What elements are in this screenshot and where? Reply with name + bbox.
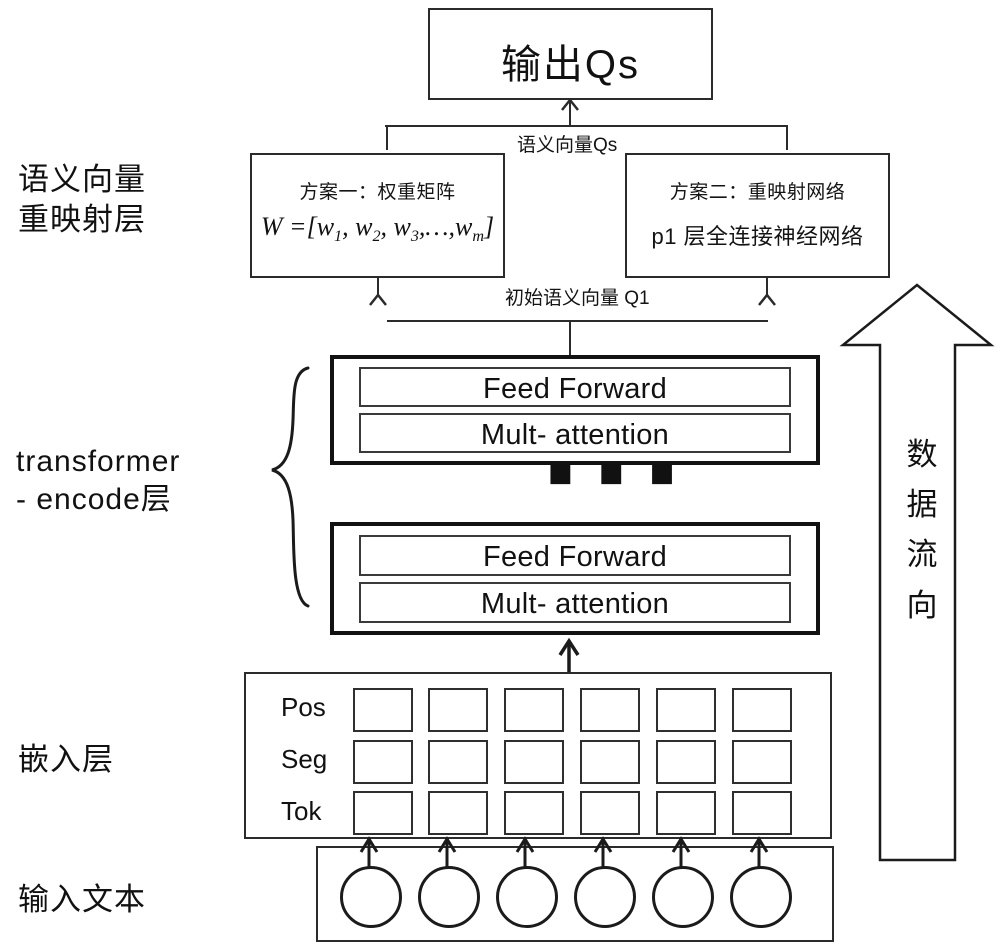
encoder-bottom-attention: Mult- attention	[359, 582, 791, 623]
embedding-cell	[732, 740, 792, 784]
output-arrow-shaft	[569, 100, 571, 126]
input-token-circle	[730, 866, 792, 928]
data-flow-char-4: 向	[906, 587, 938, 623]
embedding-cell	[353, 688, 413, 732]
encoder-top-feed-forward-label: Feed Forward	[482, 373, 668, 405]
encoder-bottom-feed-forward-label: Feed Forward	[482, 541, 668, 573]
embedding-cell	[504, 791, 564, 835]
label-embedding: 嵌入层	[18, 740, 114, 780]
embedding-cell	[732, 791, 792, 835]
label-semantic-remap-line1: 语义向量	[18, 162, 146, 197]
encoder-top-feed-forward: Feed Forward	[359, 367, 791, 407]
output-merge-left-stub	[386, 125, 388, 150]
output-merge-bar	[385, 125, 787, 127]
embedding-row-label-tok: Tok	[281, 796, 322, 826]
encoder-bottom-attention-label: Mult- attention	[480, 588, 670, 620]
embedding-cell	[732, 688, 792, 732]
diagram-canvas: 语义向量 重映射层 transformer - encode层 嵌入层 输入文本…	[0, 0, 1000, 948]
remap-option-one-box: 方案一：权重矩阵 W =[w1, w2, w3,…,wm]	[250, 153, 505, 278]
embedding-cell	[504, 740, 564, 784]
remap-option-one-formula: W =[w1, w2, w3,…,wm]	[252, 212, 503, 246]
remap-left-box-drop	[377, 278, 379, 296]
embedding-row-label-seg: Seg	[281, 744, 328, 774]
data-flow-arrow-label: 数 据 流 向	[902, 430, 942, 631]
remap-right-box-drop	[766, 278, 768, 296]
formula-term-2: w2,	[348, 212, 387, 246]
encoder-bottom-feed-forward: Feed Forward	[359, 535, 791, 576]
output-qs-box: 输出Qs	[428, 8, 713, 100]
remap-option-two-line2: p1 层全连接神经网络	[651, 224, 864, 249]
label-input-text-text: 输入文本	[18, 882, 146, 917]
remap-option-two-box: 方案二：重映射网络 p1 层全连接神经网络	[625, 153, 890, 278]
edge-label-semantic-vector-qs: 语义向量Qs	[510, 130, 625, 157]
data-flow-char-2: 据	[906, 487, 938, 523]
formula-term-3: w3,	[387, 212, 426, 246]
embedding-row-label-pos: Pos	[281, 692, 326, 722]
embedding-cell	[580, 688, 640, 732]
label-transformer-line2: - encode层	[16, 483, 172, 517]
label-embedding-text: 嵌入层	[18, 742, 114, 777]
formula-term-last: wm	[455, 212, 485, 246]
formula-ellipsis: …,	[425, 212, 456, 241]
encoder-group-brace	[271, 366, 310, 608]
embedding-cell	[428, 740, 488, 784]
embedding-cell	[656, 740, 716, 784]
embedding-cell	[428, 791, 488, 835]
label-transformer-encoder: transformer - encode层	[16, 443, 180, 520]
input-text-box	[316, 846, 834, 942]
arrow-embedding-to-encoder	[558, 637, 580, 672]
input-token-circle	[418, 866, 480, 928]
input-token-circle	[496, 866, 558, 928]
embedding-layer-box: Pos Seg Tok	[244, 672, 832, 839]
label-semantic-remap-line2: 重映射层	[18, 201, 146, 237]
input-token-circle	[652, 866, 714, 928]
encoder-bottom-block: Feed Forward Mult- attention	[330, 522, 820, 635]
embedding-cell	[504, 688, 564, 732]
embedding-cell	[353, 740, 413, 784]
remap-option-two-title: 方案二：重映射网络	[669, 182, 846, 203]
embedding-cell	[580, 740, 640, 784]
remap-split-bar	[387, 320, 768, 322]
remap-option-one-title: 方案一：权重矩阵	[299, 182, 456, 203]
encoder-repeat-indicator: ■ ■ ■	[548, 458, 684, 488]
embedding-cell	[580, 791, 640, 835]
arrowhead-to-remap-right	[758, 292, 776, 306]
formula-term-1: w1,	[316, 212, 349, 246]
formula-prefix: W =[	[260, 212, 317, 241]
output-qs-label: 输出Qs	[500, 43, 641, 87]
data-flow-char-3: 流	[906, 537, 938, 573]
embedding-cell	[656, 688, 716, 732]
data-flow-char-1: 数	[906, 437, 938, 472]
embedding-cell	[656, 791, 716, 835]
label-transformer-line1: transformer	[16, 445, 181, 478]
embedding-cell	[353, 791, 413, 835]
arrowhead-to-remap-left	[369, 292, 387, 306]
encoder-top-attention: Mult- attention	[359, 413, 791, 453]
output-merge-right-stub	[786, 125, 788, 150]
encoder-top-attention-label: Mult- attention	[480, 419, 670, 451]
label-semantic-remap: 语义向量 重映射层	[18, 160, 146, 239]
encoder-top-block: Feed Forward Mult- attention	[330, 355, 820, 465]
formula-suffix: ]	[484, 212, 495, 241]
input-token-circle	[574, 866, 636, 928]
input-token-circle	[340, 866, 402, 928]
embedding-cell	[428, 688, 488, 732]
edge-label-initial-semantic-vector-q1: 初始语义向量 Q1	[498, 283, 657, 310]
remap-split-stem	[569, 320, 571, 356]
label-input-text: 输入文本	[18, 880, 146, 920]
